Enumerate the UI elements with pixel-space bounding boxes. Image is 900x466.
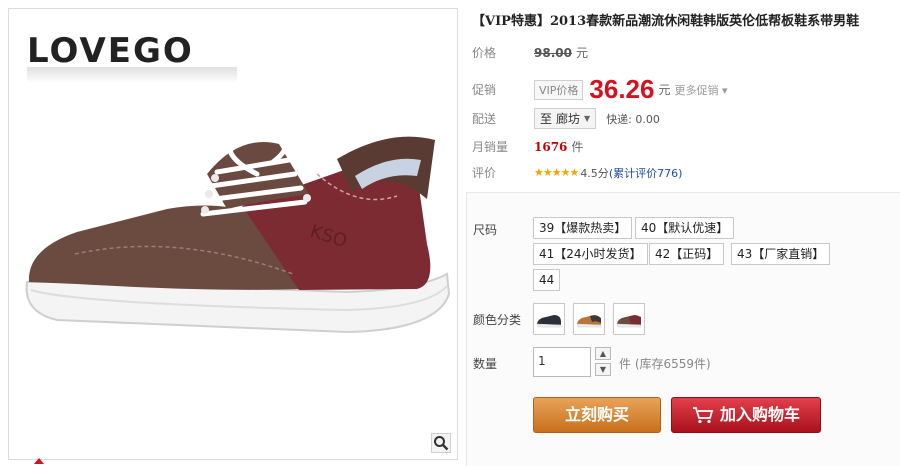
rating-label: 评价	[472, 166, 497, 180]
express-fee: 快递: 0.00	[606, 112, 660, 126]
review-count-link[interactable]: (累计评价776)	[609, 165, 683, 181]
promo-unit: 元	[658, 83, 671, 97]
monthly-sales-count: 1676	[534, 139, 568, 154]
shoe-thumbnail-icon	[536, 315, 562, 328]
rating-score: 4.5分	[580, 166, 609, 180]
stock-info: 件 (库存6559件)	[619, 357, 711, 371]
add-to-cart-button[interactable]: 加入购物车	[671, 397, 821, 433]
brand-logo-reflection	[27, 67, 237, 83]
quantity-increase-button[interactable]: ▲	[595, 347, 611, 360]
brand-logo: LOVEGO	[27, 31, 194, 71]
size-option[interactable]: 40【默认优速】	[635, 217, 735, 239]
size-label: 尺码	[473, 223, 498, 237]
shipping-label: 配送	[472, 112, 497, 126]
sales-unit: 件	[571, 140, 584, 154]
size-option[interactable]: 44	[533, 269, 561, 291]
magnifier-icon	[434, 436, 449, 451]
buy-now-button[interactable]: 立刻购买	[533, 397, 661, 433]
vip-price-tag: VIP价格	[534, 79, 584, 100]
more-promotions-link[interactable]: 更多促销 ▾	[675, 82, 728, 98]
color-swatch-brown-burgundy[interactable]	[613, 303, 645, 335]
size-option[interactable]: 42【正码】	[649, 243, 725, 265]
chevron-down-icon: ▼	[599, 365, 607, 374]
destination-prefix: 至	[540, 112, 553, 126]
size-option[interactable]: 43【厂家直销】	[731, 243, 831, 265]
sales-row: 月销量 1676 件	[472, 138, 583, 155]
chevron-up-icon: ▲	[599, 349, 607, 358]
shoe-thumbnail-icon	[576, 315, 602, 328]
zoom-button[interactable]	[431, 433, 451, 453]
original-price: 98.00	[534, 45, 572, 60]
shoe-thumbnail-icon	[616, 315, 642, 328]
color-label: 颜色分类	[473, 313, 522, 327]
sales-label: 月销量	[472, 140, 509, 154]
promo-row: 促销 VIP价格 36.26 元 更多促销 ▾	[472, 74, 728, 105]
shopping-cart-icon	[692, 407, 714, 424]
product-title: 【VIP特惠】2013春款新品潮流休闲鞋韩版英伦低帮板鞋系带男鞋	[472, 14, 860, 29]
destination-select[interactable]: 至 廊坊 ▼	[534, 108, 597, 129]
chevron-down-icon: ▼	[584, 114, 591, 123]
rating-row: 评价 ★★★★★ 4.5分 (累计评价776)	[472, 164, 682, 181]
add-to-cart-label: 加入购物车	[719, 405, 800, 424]
price-unit: 元	[575, 46, 588, 60]
product-gallery: LOVEGO KSO	[8, 8, 458, 460]
destination-city: 廊坊	[556, 112, 581, 126]
color-swatch-tan[interactable]	[573, 303, 605, 335]
shipping-row: 配送 至 廊坊 ▼ 快递: 0.00	[472, 108, 660, 129]
size-option[interactable]: 39【爆款热卖】	[533, 217, 633, 239]
product-image[interactable]: KSO	[17, 114, 457, 374]
price-row: 价格 98.00 元	[472, 44, 588, 61]
rating-stars-icon: ★★★★★	[534, 166, 579, 179]
price-label: 价格	[472, 46, 497, 60]
quantity-label: 数量	[473, 357, 498, 371]
promo-price: 36.26	[589, 74, 655, 104]
gallery-indicator	[34, 458, 44, 464]
quantity-input[interactable]: 1	[533, 347, 591, 377]
product-info: 【VIP特惠】2013春款新品潮流休闲鞋韩版英伦低帮板鞋系带男鞋 价格 98.0…	[466, 0, 900, 466]
color-swatch-black[interactable]	[533, 303, 565, 335]
size-option[interactable]: 41【24小时发货】	[533, 243, 648, 265]
quantity-decrease-button[interactable]: ▼	[595, 363, 611, 376]
promo-label: 促销	[472, 83, 497, 97]
purchase-options-panel: 尺码 39【爆款热卖】 40【默认优速】 41【24小时发货】 42【正码】 4…	[466, 192, 900, 466]
